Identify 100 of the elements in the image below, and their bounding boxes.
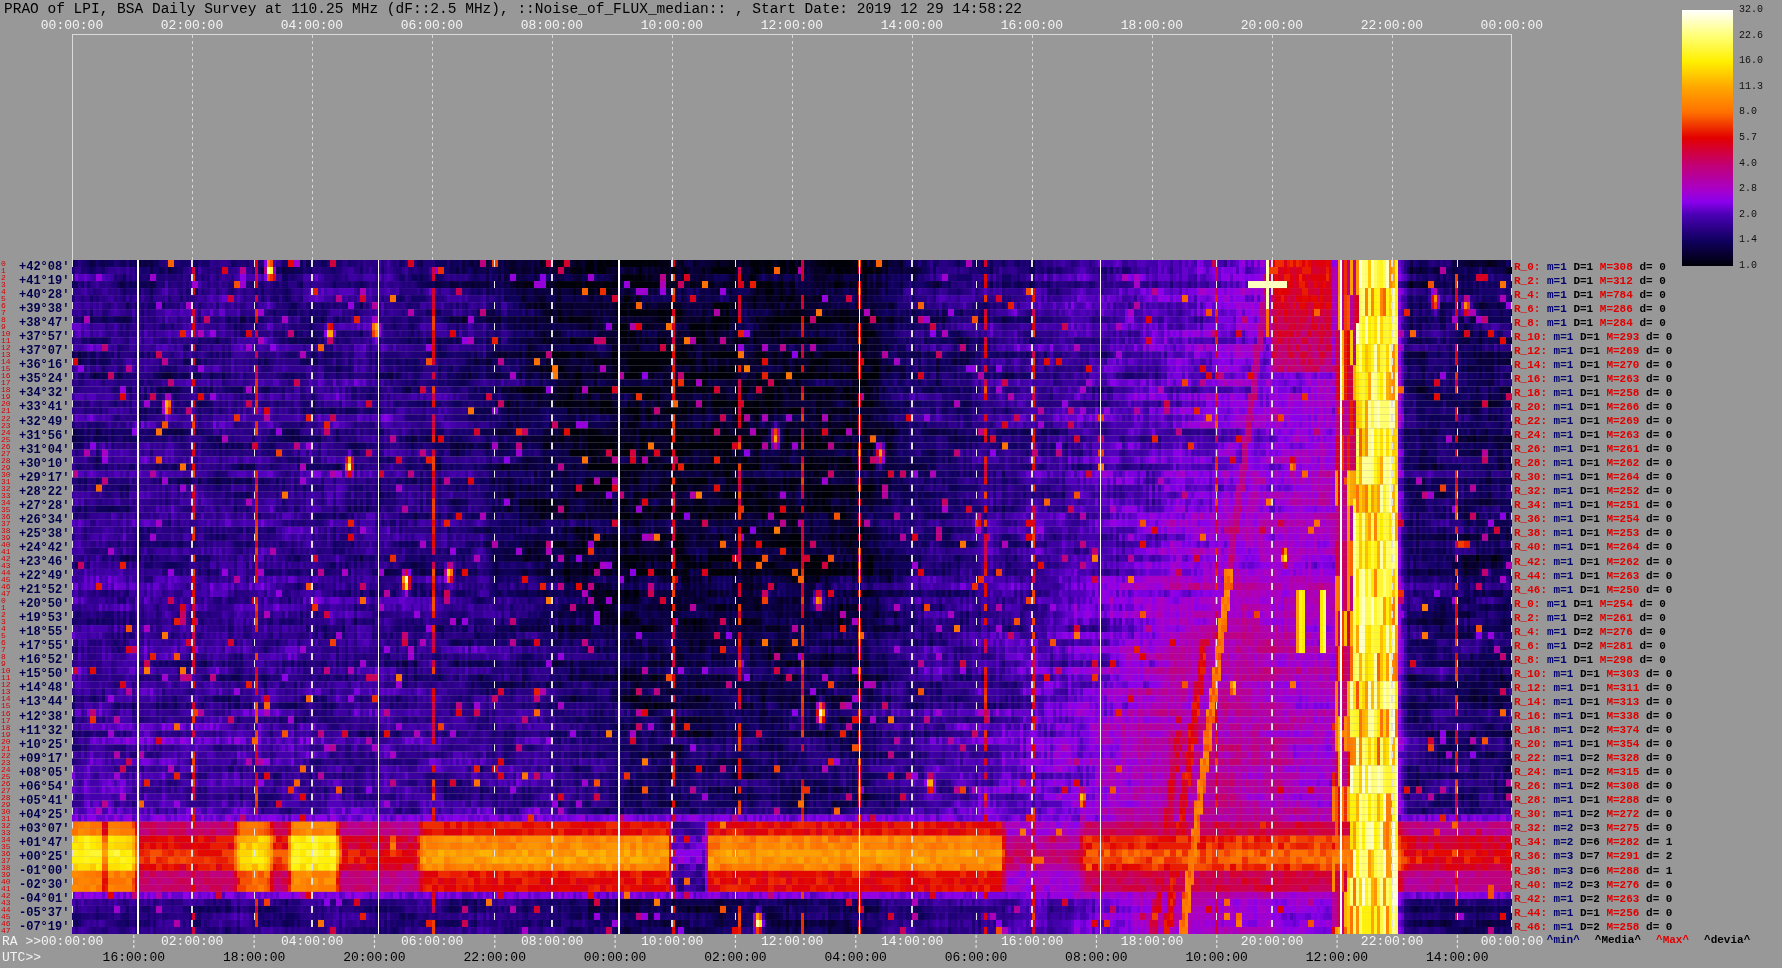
beam-name: R_46: [1514,920,1547,934]
beam-number: 29 [1,800,11,808]
median-value: D=1 [1573,316,1594,330]
median-value: D=1 [1580,386,1600,400]
ra-axis-label: 00:00:00 [1480,934,1544,950]
beam-number: 8 [1,653,6,661]
min-value: m=1 [1553,681,1574,695]
beam-number: 18 [1,386,11,394]
ra-axis-label: 04:00:00 [280,934,344,950]
declination-label: +37°57' [19,330,70,345]
median-value: D=2 [1573,625,1594,639]
max-value: M=252 [1606,485,1640,499]
median-value: D=3 [1580,878,1600,892]
deviation-value: d= 2 [1646,850,1673,864]
beam-name: R_38: [1514,527,1547,541]
median-value: D=2 [1580,766,1600,780]
beam-number: 22 [1,414,11,422]
declination-label: +01°47' [19,835,70,850]
median-value: D=7 [1580,850,1600,864]
ra-axis-label: 18:00:00 [1120,934,1184,950]
time-axis-label: 02:00:00 [160,18,224,34]
deviation-value: d= 0 [1646,583,1673,597]
deviation-value: d= 0 [1639,288,1666,302]
beam-number: 8 [1,316,6,324]
legend-label: ^devia^ [1704,934,1751,946]
declination-label: +31°56' [19,428,70,443]
beam-name: R_36: [1514,850,1547,864]
beam-number: 15 [1,702,11,710]
min-value: m=1 [1553,485,1574,499]
beam-number: 15 [1,365,11,373]
max-value: M=270 [1606,358,1640,372]
min-value: m=1 [1553,555,1574,569]
max-value: M=311 [1606,681,1640,695]
beam-number: 0 [1,597,6,605]
min-value: m=1 [1553,695,1574,709]
declination-label: +33°41' [19,400,70,415]
beam-number: 7 [1,309,6,317]
beam-name: R_44: [1514,906,1547,920]
beam-number: 6 [1,639,6,647]
declination-label: +42°08' [19,260,70,274]
min-value: m=1 [1553,471,1574,485]
median-value: D=1 [1580,513,1600,527]
median-value: D=1 [1580,429,1600,443]
color-scale-label: 2.8 [1739,183,1758,196]
max-value: M=261 [1606,443,1640,457]
max-value: M=263 [1606,372,1640,386]
deviation-value: d= 0 [1646,513,1673,527]
deviation-value: d= 0 [1639,597,1666,611]
max-value: M=269 [1606,344,1640,358]
beam-number: 13 [1,351,11,359]
deviation-value: d= 0 [1646,724,1673,738]
time-axis-label: 14:00:00 [880,18,944,34]
max-value: M=263 [1606,569,1640,583]
ra-axis-label: 16:00:00 [1000,934,1064,950]
min-value: m=1 [1553,358,1574,372]
median-value: D=3 [1580,822,1600,836]
color-scale-label: 16.0 [1739,55,1763,68]
beam-name: R_0: [1514,260,1541,274]
declination-label: +37°07' [19,344,70,359]
max-value: M=254 [1606,513,1640,527]
deviation-value: d= 0 [1639,260,1666,274]
deviation-value: d= 0 [1639,653,1666,667]
tick-mark [614,934,616,950]
min-value: m=3 [1553,850,1574,864]
declination-label: +16°52' [19,653,70,668]
beam-number: 22 [1,751,11,759]
max-value: M=275 [1606,822,1640,836]
beam-number: 25 [1,772,11,780]
max-value: M=308 [1599,260,1633,274]
tick-mark [253,934,255,950]
min-value: m=1 [1547,274,1567,288]
median-value: D=1 [1580,485,1600,499]
deviation-value: d= 0 [1639,625,1666,639]
median-value: D=1 [1580,569,1600,583]
beam-number: 42 [1,555,11,562]
max-value: M=286 [1599,302,1633,316]
color-scale-label: 2.0 [1739,208,1758,221]
declination-label: +29°17' [19,470,70,485]
declination-label: +15°50' [19,667,70,682]
declination-label: +08°05' [19,765,70,780]
min-value: m=2 [1553,822,1574,836]
utc-axis-label: 10:00:00 [1185,950,1248,966]
max-value: M=262 [1606,555,1640,569]
deviation-value: d= 0 [1639,274,1666,288]
max-value: M=354 [1606,738,1640,752]
beam-number: 45 [1,913,11,921]
beam-name: R_6: [1514,639,1541,653]
max-value: M=258 [1606,386,1640,400]
declination-label: -04°01' [19,892,70,907]
deviation-value: d= 0 [1646,457,1673,471]
beam-number: 10 [1,330,11,338]
max-value: M=264 [1606,471,1640,485]
beam-name: R_6: [1514,302,1541,316]
declination-label: +10°25' [19,737,70,752]
deviation-value: d= 0 [1639,611,1666,625]
beam-number: 36 [1,850,11,857]
declination-label: -01°00' [19,864,70,879]
beam-number: 20 [1,737,11,745]
deviation-value: d= 0 [1646,920,1673,934]
max-value: M=256 [1606,906,1640,920]
